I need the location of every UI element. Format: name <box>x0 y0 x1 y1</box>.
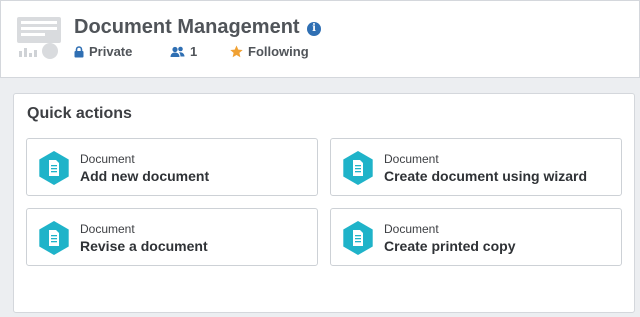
quick-actions-panel: Quick actions Document Add new document … <box>13 93 635 313</box>
document-hexagon-icon <box>343 151 373 185</box>
action-type: Document <box>80 222 135 236</box>
users-icon <box>170 46 185 57</box>
action-create-printed-copy[interactable]: Document Create printed copy <box>330 208 622 266</box>
document-hexagon-icon <box>39 221 69 255</box>
follow-label: Following <box>248 44 309 59</box>
action-add-new-document[interactable]: Document Add new document <box>26 138 318 196</box>
members-count-label: 1 <box>190 44 198 59</box>
action-type: Document <box>384 152 439 166</box>
quick-actions-title: Quick actions <box>27 105 132 122</box>
lock-icon <box>74 45 84 57</box>
privacy-label: Private <box>89 44 133 59</box>
space-header: Document Management i Private 1 Followin… <box>0 0 640 78</box>
action-type: Document <box>384 222 439 236</box>
action-label: Create printed copy <box>384 238 516 254</box>
document-hexagon-icon <box>343 221 373 255</box>
action-revise-a-document[interactable]: Document Revise a document <box>26 208 318 266</box>
action-type: Document <box>80 152 135 166</box>
members-count[interactable]: 1 <box>170 44 197 59</box>
page-title: Document Management <box>74 16 300 38</box>
info-icon[interactable]: i <box>307 22 321 36</box>
document-management-logo <box>17 17 61 59</box>
document-hexagon-icon <box>39 151 69 185</box>
privacy-status[interactable]: Private <box>74 44 132 59</box>
follow-status[interactable]: Following <box>230 44 309 59</box>
action-label: Create document using wizard <box>384 168 588 184</box>
action-label: Add new document <box>80 168 210 184</box>
action-create-document-using-wizard[interactable]: Document Create document using wizard <box>330 138 622 196</box>
action-label: Revise a document <box>80 238 208 254</box>
star-icon <box>230 45 243 58</box>
